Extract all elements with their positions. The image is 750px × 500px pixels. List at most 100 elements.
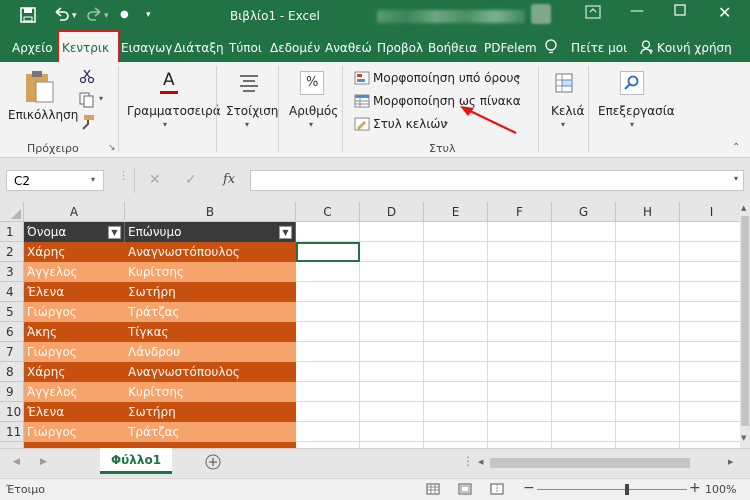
empty-cell[interactable] bbox=[488, 282, 552, 302]
tab-pdfelement[interactable]: PDFelem bbox=[484, 41, 537, 55]
empty-cell[interactable] bbox=[296, 322, 360, 342]
lightbulb-icon[interactable] bbox=[544, 39, 558, 59]
row-header-6[interactable]: 6 bbox=[0, 322, 24, 342]
percent-icon[interactable]: % bbox=[300, 71, 324, 95]
empty-cell[interactable] bbox=[552, 242, 616, 262]
conditional-formatting-button[interactable]: Μορφοποίηση υπό όρους bbox=[373, 71, 520, 85]
empty-cell[interactable] bbox=[616, 282, 680, 302]
empty-cell[interactable] bbox=[360, 362, 424, 382]
empty-cell[interactable] bbox=[488, 422, 552, 442]
empty-cell[interactable] bbox=[424, 222, 488, 242]
row-header-4[interactable]: 4 bbox=[0, 282, 24, 302]
row-header-7[interactable]: 7 bbox=[0, 342, 24, 362]
empty-cell[interactable] bbox=[360, 382, 424, 402]
empty-cell[interactable] bbox=[488, 222, 552, 242]
redo-icon[interactable] bbox=[86, 6, 104, 26]
insert-function-button[interactable]: fx bbox=[223, 172, 235, 187]
empty-cell[interactable] bbox=[424, 342, 488, 362]
empty-cell[interactable] bbox=[680, 422, 740, 442]
empty-cell[interactable] bbox=[360, 402, 424, 422]
cell-first-name[interactable]: Γιώργος bbox=[24, 422, 125, 442]
zoom-out-icon[interactable]: − bbox=[523, 480, 535, 496]
sheet-next-icon[interactable]: ▶ bbox=[40, 457, 47, 467]
row-header-5[interactable]: 5 bbox=[0, 302, 24, 322]
empty-cell[interactable] bbox=[488, 362, 552, 382]
column-header-d[interactable]: D bbox=[360, 202, 424, 222]
vertical-scroll-thumb[interactable] bbox=[741, 216, 749, 426]
cell-styles-button[interactable]: Στυλ κελιών bbox=[373, 117, 447, 131]
alignment-group-button[interactable]: Στοίχιση bbox=[226, 104, 278, 118]
horizontal-scroll-thumb[interactable] bbox=[490, 458, 690, 468]
cell-styles-dropdown-icon[interactable]: ▾ bbox=[444, 119, 448, 128]
empty-cell[interactable] bbox=[552, 282, 616, 302]
column-header-i[interactable]: I bbox=[680, 202, 740, 222]
cell-first-name[interactable]: Άγγελος bbox=[24, 262, 125, 282]
filter-dropdown-icon[interactable]: ▼ bbox=[108, 226, 121, 239]
editing-group-button[interactable]: Επεξεργασία bbox=[598, 104, 675, 118]
zoom-level[interactable]: 100% bbox=[705, 483, 736, 496]
empty-cell[interactable] bbox=[680, 322, 740, 342]
avatar[interactable] bbox=[531, 4, 551, 24]
row-header-9[interactable]: 9 bbox=[0, 382, 24, 402]
empty-cell[interactable] bbox=[616, 362, 680, 382]
empty-cell[interactable] bbox=[488, 322, 552, 342]
table-header-first-name[interactable]: Όνομα ▼ bbox=[24, 222, 125, 242]
formula-input[interactable] bbox=[250, 170, 744, 191]
cell-first-name[interactable]: Έλενα bbox=[24, 282, 125, 302]
font-group-button[interactable]: Γραμματοσειρά bbox=[127, 104, 221, 118]
conditional-formatting-dropdown-icon[interactable]: ▾ bbox=[516, 73, 520, 82]
cell-last-name[interactable]: Τράτζας bbox=[125, 422, 296, 442]
empty-cell[interactable] bbox=[488, 242, 552, 262]
sheet-bar-options-icon[interactable]: ⋮ bbox=[462, 454, 474, 468]
scroll-down-icon[interactable]: ▼ bbox=[741, 434, 746, 442]
empty-cell[interactable] bbox=[680, 222, 740, 242]
empty-cell[interactable] bbox=[424, 302, 488, 322]
copy-icon[interactable] bbox=[79, 92, 95, 111]
empty-cell[interactable] bbox=[360, 282, 424, 302]
empty-cell[interactable] bbox=[424, 242, 488, 262]
empty-cell[interactable] bbox=[552, 222, 616, 242]
row-header-1[interactable]: 1 bbox=[0, 222, 24, 242]
row-header-2[interactable]: 2 bbox=[0, 242, 24, 262]
font-dropdown-icon[interactable]: ▾ bbox=[163, 120, 167, 129]
minimize-icon[interactable]: — bbox=[630, 3, 644, 19]
clipboard-launcher-icon[interactable]: ↘ bbox=[108, 143, 116, 153]
empty-cell[interactable] bbox=[616, 322, 680, 342]
empty-cell[interactable] bbox=[296, 342, 360, 362]
column-header-h[interactable]: H bbox=[616, 202, 680, 222]
sheet-prev-icon[interactable]: ◀ bbox=[13, 457, 20, 467]
undo-dropdown-icon[interactable]: ▾ bbox=[72, 11, 77, 21]
cell-last-name[interactable]: Τίγκας bbox=[125, 322, 296, 342]
cell-first-name[interactable]: Γιώργος bbox=[24, 342, 125, 362]
empty-cell[interactable] bbox=[296, 222, 360, 242]
name-box-dropdown-icon[interactable]: ▾ bbox=[91, 175, 95, 184]
empty-cell[interactable] bbox=[552, 342, 616, 362]
empty-cell[interactable] bbox=[680, 402, 740, 422]
empty-cell[interactable] bbox=[296, 302, 360, 322]
empty-cell[interactable] bbox=[424, 402, 488, 422]
customize-qa-icon[interactable]: ● bbox=[120, 9, 129, 20]
tab-view[interactable]: Προβολ bbox=[377, 41, 423, 55]
cell-first-name[interactable]: Άκης bbox=[24, 322, 125, 342]
cell-last-name[interactable]: Αναγνωστόπουλος bbox=[125, 362, 296, 382]
empty-cell[interactable] bbox=[360, 222, 424, 242]
scroll-left-icon[interactable]: ◀ bbox=[478, 458, 483, 466]
empty-cell[interactable] bbox=[552, 402, 616, 422]
empty-cell[interactable] bbox=[680, 342, 740, 362]
empty-cell[interactable] bbox=[296, 382, 360, 402]
alignment-icon[interactable] bbox=[238, 74, 260, 95]
tab-data[interactable]: Δεδομέν bbox=[270, 41, 320, 55]
empty-cell[interactable] bbox=[552, 382, 616, 402]
empty-cell[interactable] bbox=[616, 342, 680, 362]
empty-cell[interactable] bbox=[680, 382, 740, 402]
empty-cell[interactable] bbox=[680, 302, 740, 322]
vertical-scrollbar[interactable]: ▲ ▼ bbox=[740, 202, 750, 448]
cell-first-name[interactable]: Χάρης bbox=[24, 242, 125, 262]
empty-cell[interactable] bbox=[360, 422, 424, 442]
tab-formulas[interactable]: Τύποι bbox=[229, 41, 262, 55]
column-header-a[interactable]: A bbox=[24, 202, 125, 222]
tab-file[interactable]: Αρχείο bbox=[12, 41, 53, 55]
search-icon[interactable] bbox=[620, 71, 644, 95]
share-button[interactable]: Κοινή χρήση bbox=[657, 41, 732, 55]
tab-help[interactable]: Βοήθεια bbox=[428, 41, 477, 55]
